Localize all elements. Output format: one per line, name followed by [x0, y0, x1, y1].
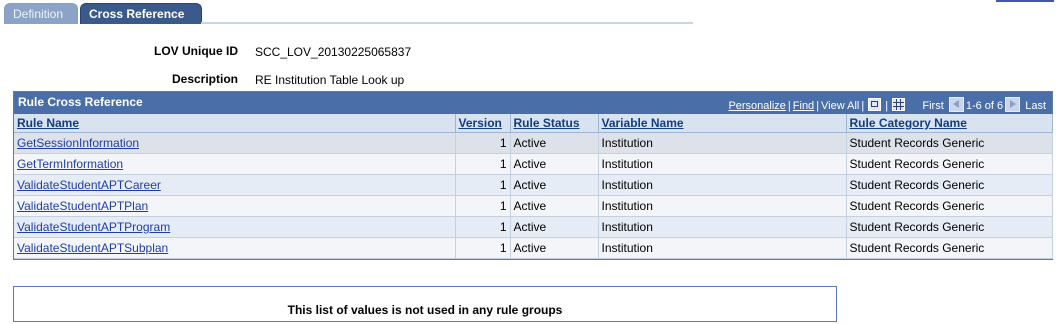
last-label[interactable]: Last [1025, 100, 1046, 112]
nav-separator: | [816, 100, 820, 112]
table-row: GetSessionInformation 1 Active Instituti… [14, 132, 1053, 154]
category-cell: Student Records Generic [846, 174, 1053, 196]
nav-separator: | [885, 100, 889, 112]
view-all-link[interactable]: View All [821, 100, 859, 112]
tab-underline [201, 22, 693, 24]
description-value: RE Institution Table Look up [255, 73, 405, 87]
version-cell: 1 [455, 195, 511, 217]
version-cell: 1 [455, 174, 511, 196]
table-row: GetTermInformation 1 Active Institution … [14, 153, 1053, 175]
lov-id-label: LOV Unique ID [154, 44, 238, 58]
grid-header: Rule Cross Reference Personalize | Find | Vi… [14, 92, 1052, 114]
status-cell: Active [510, 216, 599, 238]
rule-table: Rule Name Version Rule Status Variable N… [14, 114, 1053, 259]
variable-cell: Institution [598, 153, 847, 175]
table-row: ValidateStudentAPTProgram 1 Active Insti… [14, 216, 1053, 238]
status-cell: Active [510, 237, 599, 259]
category-cell: Student Records Generic [846, 237, 1053, 259]
column-header-variable-name[interactable]: Variable Name [598, 114, 847, 133]
status-cell: Active [510, 195, 599, 217]
download-grid-icon[interactable] [892, 98, 906, 111]
status-cell: Active [510, 153, 599, 175]
version-cell: 1 [455, 237, 511, 259]
column-header-rule-status[interactable]: Rule Status [510, 114, 599, 133]
rule-name-link[interactable]: GetTermInformation [17, 157, 123, 171]
rule-name-link[interactable]: ValidateStudentAPTCareer [17, 178, 161, 192]
tab-definition[interactable]: Definition [4, 3, 78, 24]
variable-cell: Institution [598, 216, 847, 238]
version-cell: 1 [455, 216, 511, 238]
next-arrow-icon[interactable] [1005, 97, 1021, 112]
variable-cell: Institution [598, 132, 847, 154]
status-cell: Active [510, 132, 599, 154]
column-header-version[interactable]: Version [455, 114, 511, 133]
top-right-rule [996, 0, 1054, 2]
category-cell: Student Records Generic [846, 132, 1053, 154]
version-cell: 1 [455, 132, 511, 154]
personalize-link[interactable]: Personalize [728, 100, 785, 112]
previous-arrow-icon[interactable] [948, 97, 964, 112]
category-cell: Student Records Generic [846, 216, 1053, 238]
rule-name-link[interactable]: ValidateStudentAPTPlan [17, 199, 148, 213]
zoom-icon[interactable] [868, 98, 882, 111]
category-cell: Student Records Generic [846, 195, 1053, 217]
row-range: 1-6 of 6 [965, 100, 1004, 112]
rule-name-link[interactable]: ValidateStudentAPTSubplan [17, 241, 168, 255]
version-cell: 1 [455, 153, 511, 175]
description-label: Description [171, 72, 238, 86]
rule-cross-reference-grid: Rule Cross Reference Personalize | Find | Vi… [13, 91, 1053, 260]
rule-name-link[interactable]: ValidateStudentAPTProgram [17, 220, 170, 234]
nav-separator: | [787, 100, 791, 112]
rule-name-cell: GetTermInformation [14, 153, 456, 175]
table-row: ValidateStudentAPTCareer 1 Active Instit… [14, 174, 1053, 196]
rule-name-link[interactable]: GetSessionInformation [17, 136, 139, 150]
table-header-row: Rule Name Version Rule Status Variable N… [14, 114, 1053, 133]
column-header-rule-category-name[interactable]: Rule Category Name [846, 114, 1053, 133]
grid-title: Rule Cross Reference [18, 95, 143, 109]
rule-groups-message: This list of values is not used in any r… [287, 303, 563, 317]
variable-cell: Institution [598, 237, 847, 259]
rule-name-cell: ValidateStudentAPTProgram [14, 216, 456, 238]
variable-cell: Institution [598, 174, 847, 196]
tab-cross-reference[interactable]: Cross Reference [80, 3, 202, 24]
status-cell: Active [510, 174, 599, 196]
rule-name-cell: GetSessionInformation [14, 132, 456, 154]
nav-separator: | [861, 100, 865, 112]
variable-cell: Institution [598, 195, 847, 217]
rule-name-cell: ValidateStudentAPTPlan [14, 195, 456, 217]
column-header-rule-name[interactable]: Rule Name [14, 114, 456, 133]
rule-groups-box: This list of values is not used in any r… [13, 286, 837, 322]
rule-name-cell: ValidateStudentAPTSubplan [14, 237, 456, 259]
category-cell: Student Records Generic [846, 153, 1053, 175]
table-row: ValidateStudentAPTSubplan 1 Active Insti… [14, 237, 1053, 259]
rule-name-cell: ValidateStudentAPTCareer [14, 174, 456, 196]
grid-navigation: Personalize | Find | View All | | First 1-6 of… [728, 97, 1046, 112]
table-row: ValidateStudentAPTPlan 1 Active Institut… [14, 195, 1053, 217]
lov-id-value: SCC_LOV_20130225065837 [255, 45, 412, 59]
first-label[interactable]: First [922, 100, 943, 112]
find-link[interactable]: Find [793, 100, 814, 112]
